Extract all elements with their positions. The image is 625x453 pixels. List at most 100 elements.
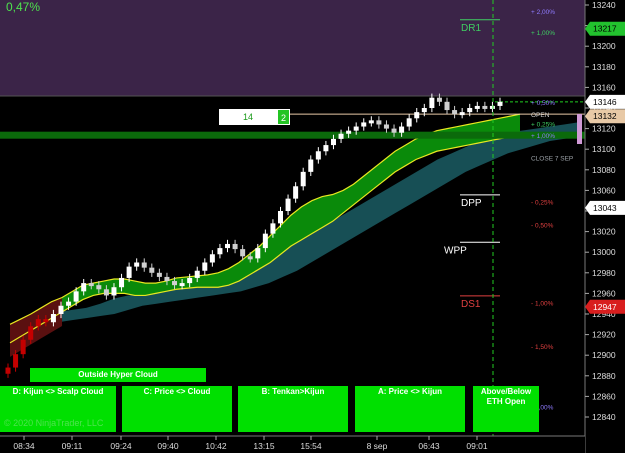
bar-body — [35, 319, 41, 327]
bar-body — [187, 277, 193, 284]
bar-body — [452, 110, 458, 115]
y-tick-label: 12880 — [592, 371, 616, 381]
bar-body — [209, 254, 215, 263]
upper-zone — [0, 0, 585, 96]
percent-label: - 0,25% — [531, 200, 554, 207]
x-tick-label: 06:43 — [418, 441, 440, 451]
dark-green-band — [0, 131, 585, 139]
bar-body — [346, 130, 352, 134]
x-tick-label: 09:01 — [466, 441, 488, 451]
y-tick-label: 13200 — [592, 41, 616, 51]
price-axis: 1324013220132001318013160131401312013100… — [584, 0, 625, 453]
bar-body — [308, 159, 314, 172]
bar-body — [376, 120, 382, 125]
y-tick-label: 13180 — [592, 62, 616, 72]
bar-body — [28, 326, 34, 340]
outside-hyper-cloud-banner: Outside Hyper Cloud — [30, 368, 206, 382]
bar-body — [315, 151, 321, 160]
price-tag-label: 13132 — [593, 111, 617, 121]
price-tag-label: 13217 — [593, 24, 617, 34]
y-tick-label: 13000 — [592, 247, 616, 257]
y-tick-label: 12920 — [592, 330, 616, 340]
bar-body — [141, 262, 147, 268]
percent-label: + 1,00% — [531, 30, 555, 37]
bar-body — [459, 112, 465, 116]
x-tick-label: 09:24 — [110, 441, 132, 451]
level-label-dr1: DR1 — [461, 23, 481, 34]
bar-body — [497, 101, 503, 106]
bar-body — [103, 289, 109, 296]
bar-body — [482, 105, 488, 109]
level-label-ds1: DS1 — [461, 299, 481, 310]
percent-label: + 2,00% — [531, 9, 555, 16]
bar-body — [391, 128, 397, 133]
above-below-eth-open-button[interactable]: Above/Below ETH Open — [473, 386, 539, 432]
y-tick-label: 12980 — [592, 268, 616, 278]
tenkan-kijun-button[interactable]: B: Tenkan>Kijun — [238, 386, 348, 432]
bar-body — [383, 124, 389, 129]
bar-body — [255, 248, 261, 259]
price-tag-label: 13146 — [593, 97, 617, 107]
percent-label: - 0,50% — [531, 222, 554, 229]
y-tick-label: 13100 — [592, 144, 616, 154]
bar-body — [489, 105, 495, 109]
bar-body — [81, 283, 87, 292]
y-tick-label: 13080 — [592, 165, 616, 175]
bar-body — [202, 262, 208, 271]
bar-body — [414, 112, 420, 119]
bar-body — [262, 233, 268, 249]
bar-body — [134, 262, 140, 267]
bar-body — [179, 283, 185, 287]
percent-label: OPEN — [531, 112, 550, 119]
y-tick-label: 12960 — [592, 288, 616, 298]
price-kijun-button[interactable]: A: Price <> Kijun — [355, 386, 465, 432]
bar-body — [119, 277, 125, 288]
percent-label: - 1,00% — [531, 301, 554, 308]
bar-body — [330, 138, 336, 146]
bar-body — [436, 97, 442, 102]
bar-body — [323, 145, 329, 152]
y-tick-label: 12840 — [592, 412, 616, 422]
bar-body — [467, 108, 473, 113]
bar-body — [172, 281, 178, 286]
xaxis-background — [0, 436, 585, 453]
percent-label: + 0,50% — [531, 100, 555, 107]
bar-body — [361, 122, 367, 127]
bar-body — [13, 354, 19, 368]
copyright: © 2020 NinjaTrader, LLC — [4, 418, 104, 428]
bar-body — [66, 301, 72, 306]
x-tick-label: 08:34 — [13, 441, 35, 451]
bar-body — [399, 126, 405, 133]
percent-label: CLOSE 7 SEP — [531, 155, 573, 162]
bar-body — [20, 339, 26, 355]
price-tag-label: 13043 — [593, 203, 617, 213]
x-tick-label: 09:40 — [157, 441, 179, 451]
bar-body — [73, 291, 79, 302]
time-axis: 08:34 09:11 09:24 09:40 10:42 13:15 15:54 8 sep… — [0, 435, 585, 453]
bar-body — [277, 211, 283, 224]
level-label-wpp: WPP — [444, 245, 467, 256]
percent-label: + 1,00% — [531, 133, 555, 140]
y-tick-label: 13160 — [592, 82, 616, 92]
scroll-marker — [577, 114, 582, 144]
bar-body — [232, 243, 238, 250]
bar-body — [43, 319, 49, 323]
bar-body — [293, 186, 299, 199]
bar-body — [156, 272, 162, 277]
bar-body — [88, 283, 94, 287]
bar-body — [164, 276, 170, 282]
y-tick-label: 12860 — [592, 391, 616, 401]
bar-body — [111, 287, 117, 296]
bar-body — [96, 285, 102, 290]
bar-body — [149, 267, 155, 273]
y-tick-label: 13120 — [592, 124, 616, 134]
bar-counter-value: 14 — [219, 109, 277, 125]
bar-counter: 14 2 — [219, 109, 290, 125]
bar-body — [338, 133, 344, 139]
bar-body — [353, 126, 359, 131]
level-label-dpp: DPP — [461, 198, 482, 209]
y-tick-label: 13020 — [592, 227, 616, 237]
bar-body — [368, 120, 374, 124]
price-cloud-button[interactable]: C: Price <> Cloud — [122, 386, 232, 432]
bar-body — [270, 223, 276, 234]
